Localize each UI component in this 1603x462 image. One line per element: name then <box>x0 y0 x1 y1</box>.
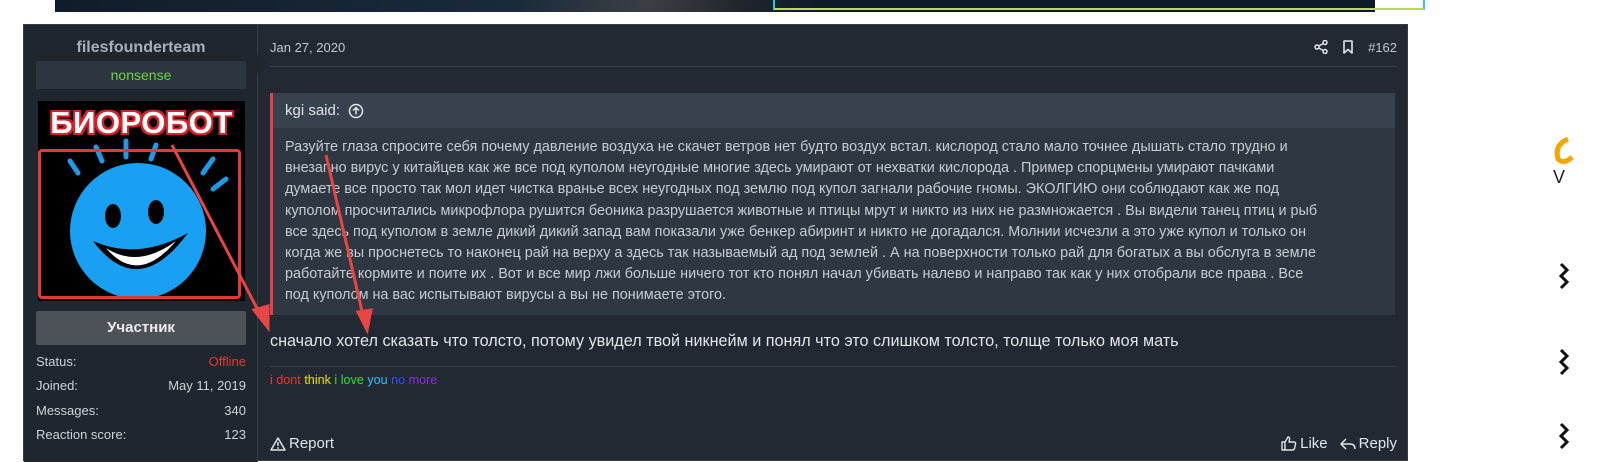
avatar-caption: БИОРОБОТ <box>50 105 233 140</box>
signature: i dont think i love you no more <box>270 373 437 387</box>
stat-label: Status: <box>36 354 77 369</box>
user-sidebar: filesfounderteam nonsense БИОРОБОТ Участ… <box>24 25 267 462</box>
stat-label: Messages: <box>36 403 99 418</box>
post-footer-right: Like Reply <box>1281 435 1397 452</box>
forum-post: filesfounderteam nonsense БИОРОБОТ Участ… <box>23 24 1408 462</box>
quote-body: Разуйте глаза спросите себя почему давле… <box>273 128 1395 307</box>
share-icon[interactable] <box>1314 40 1328 54</box>
stat-messages: Messages: 340 <box>36 403 246 423</box>
post-date[interactable]: Jan 27, 2020 <box>270 40 345 55</box>
reply-icon <box>1339 437 1356 450</box>
quote-line: когда же вы проснетесь то наконец рай на… <box>285 245 1316 262</box>
quote-block: kgi said: Разуйте глаза спросите себя по… <box>270 93 1395 315</box>
user-group-badge: Участник <box>36 311 246 345</box>
quote-line: внезапно вирус у китайцев как же все под… <box>285 160 1275 177</box>
signature-word: i dont <box>270 373 301 387</box>
side-glyph-icon <box>1558 422 1570 450</box>
banner-box <box>773 0 1425 10</box>
signature-word: no <box>391 373 406 387</box>
signature-word: think <box>304 373 331 387</box>
avatar-frame <box>38 149 241 299</box>
quote-line: Разуйте глаза спросите себя почему давле… <box>285 139 1288 155</box>
quote-author[interactable]: kgi said: <box>285 102 340 119</box>
quote-header: kgi said: <box>273 93 1395 128</box>
thumbs-up-icon <box>1281 436 1297 451</box>
stat-joined: Joined: May 11, 2019 <box>36 378 246 398</box>
stat-label: Joined: <box>36 378 78 393</box>
post-main: Jan 27, 2020 #162 kgi said: Разуйте глаз… <box>270 25 1397 462</box>
svg-text:V: V <box>1553 167 1565 185</box>
username[interactable]: filesfounderteam <box>24 39 258 57</box>
signature-divider <box>270 366 1397 367</box>
post-message: сначало хотел сказать что толсто, потому… <box>270 332 1179 350</box>
stat-value: 340 <box>224 403 246 418</box>
side-glyph-icon <box>1558 348 1570 376</box>
avatar[interactable]: БИОРОБОТ <box>38 101 245 301</box>
report-label: Report <box>289 435 335 452</box>
reply-button[interactable]: Reply <box>1339 435 1397 452</box>
arrow-up-circle-icon[interactable] <box>348 103 364 119</box>
quote-line: куполом просчитались микрофлора рушится … <box>285 202 1318 219</box>
bookmark-icon[interactable] <box>1342 40 1354 54</box>
like-button[interactable]: Like <box>1281 435 1328 452</box>
stat-value: May 11, 2019 <box>168 378 246 393</box>
quote-line: думаете все просто так мол идет чистка в… <box>285 181 1280 198</box>
side-glyph-icon <box>1558 262 1570 290</box>
post-footer-left: Report <box>270 435 334 452</box>
header-banner <box>55 0 1425 12</box>
stat-status: Status: Offline <box>36 354 246 374</box>
stat-value: Offline <box>208 354 246 369</box>
post-header-actions: #162 <box>1314 38 1397 56</box>
quote-line: под куполом на вас испытывают вирусы а в… <box>285 287 727 304</box>
signature-word: more <box>408 373 438 387</box>
signature-word: i love <box>334 373 364 387</box>
stat-value: 123 <box>224 427 246 442</box>
stat-label: Reaction score: <box>36 427 127 442</box>
like-label: Like <box>1300 435 1328 452</box>
divider <box>270 66 1397 67</box>
quote-line: все здесь под куполом в земле дикий дики… <box>285 223 1307 240</box>
stat-reaction-score: Reaction score: 123 <box>36 427 246 447</box>
post-number[interactable]: #162 <box>1368 40 1397 55</box>
side-logo-icon: V <box>1553 136 1574 185</box>
reply-label: Reply <box>1358 435 1397 452</box>
report-button[interactable]: Report <box>270 435 334 452</box>
warning-icon <box>270 436 286 451</box>
user-title: nonsense <box>36 61 246 89</box>
signature-word: you <box>367 373 388 387</box>
quote-line: работайте кормите и поите их . Вот и все… <box>285 266 1304 283</box>
